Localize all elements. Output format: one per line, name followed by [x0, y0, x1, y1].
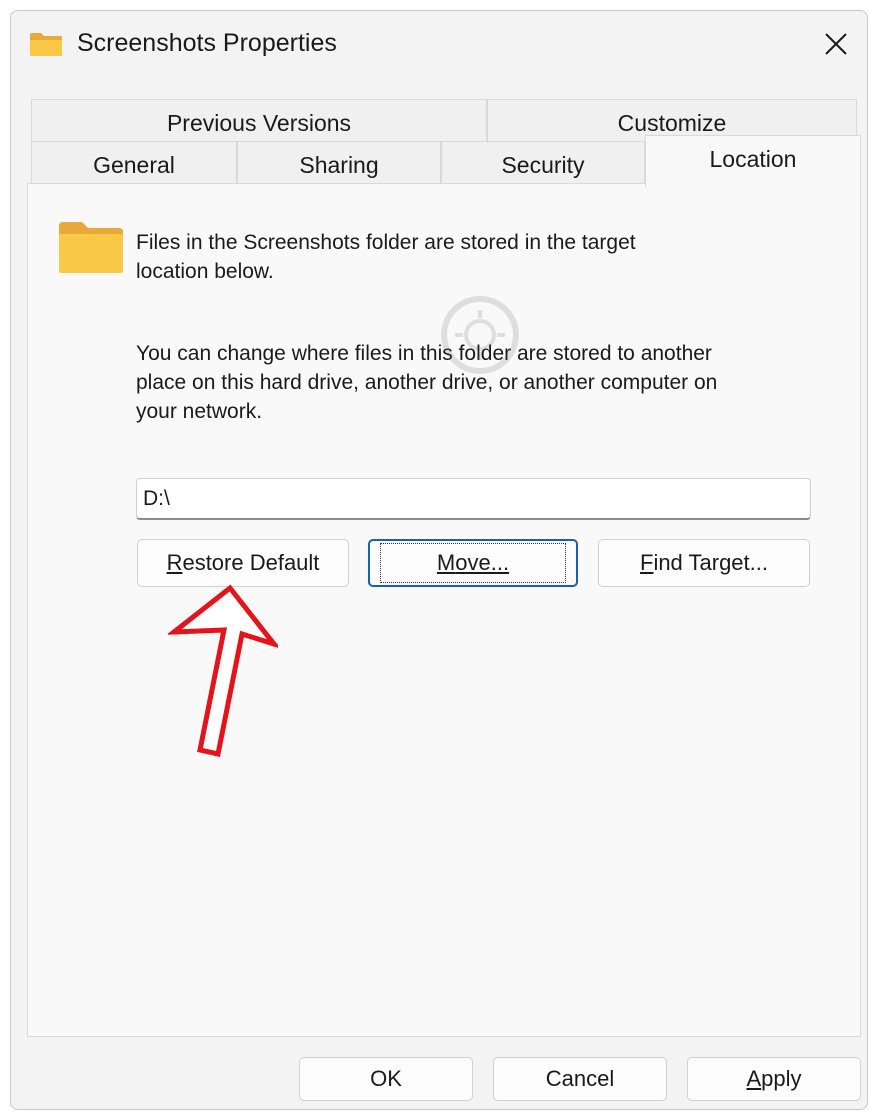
apply-button[interactable]: Apply — [687, 1057, 861, 1101]
title-bar: Screenshots Properties — [11, 11, 867, 81]
tab-label: Customize — [617, 110, 727, 136]
ok-button[interactable]: OK — [299, 1057, 473, 1101]
intro-text-line2: location below. — [136, 260, 274, 283]
tab-label: Previous Versions — [166, 110, 352, 136]
tab-general[interactable]: General — [31, 141, 237, 185]
description-line2: place on this hard drive, another drive,… — [136, 371, 718, 394]
close-icon — [825, 33, 847, 55]
find-target-button[interactable]: Find Target... — [598, 539, 810, 587]
apply-mnemonic: A — [746, 1066, 762, 1091]
tab-label: Location — [709, 146, 797, 172]
restore-label: estore Default — [182, 550, 320, 575]
tab-previous-versions[interactable]: Previous Versions — [31, 99, 487, 143]
find-mnemonic: F — [639, 550, 654, 575]
intro-text-line1: Files in the Screenshots folder are stor… — [136, 231, 636, 254]
description-line3: your network. — [136, 400, 263, 423]
description-line1: You can change where files in this folde… — [136, 342, 712, 365]
folder-icon — [59, 222, 123, 273]
apply-label: pply — [761, 1066, 802, 1091]
tab-label: General — [93, 152, 175, 178]
arrow-annotation-icon — [168, 584, 278, 757]
find-label: ind Target... — [653, 550, 768, 575]
move-button[interactable]: Move... — [368, 539, 578, 587]
tab-security[interactable]: Security — [441, 141, 645, 185]
cancel-label: Cancel — [545, 1066, 615, 1091]
window-title: Screenshots Properties — [77, 29, 337, 57]
folder-icon — [30, 33, 62, 56]
properties-dialog: Screenshots Properties Previous Versions… — [10, 10, 868, 1110]
restore-mnemonic: R — [166, 550, 183, 575]
close-button[interactable] — [813, 23, 859, 65]
tab-location[interactable]: Location — [645, 135, 861, 187]
tab-label: Security — [501, 152, 585, 178]
location-panel: Files in the Screenshots folder are stor… — [27, 183, 861, 1037]
cancel-button[interactable]: Cancel — [493, 1057, 667, 1101]
tab-sharing[interactable]: Sharing — [237, 141, 441, 185]
move-mnemonic: M — [436, 550, 456, 575]
tab-label: Sharing — [299, 152, 379, 178]
restore-default-button[interactable]: Restore Default — [137, 539, 349, 587]
location-path-input[interactable] — [136, 478, 811, 520]
move-label: ove... — [455, 550, 510, 575]
ok-label: OK — [370, 1066, 402, 1091]
